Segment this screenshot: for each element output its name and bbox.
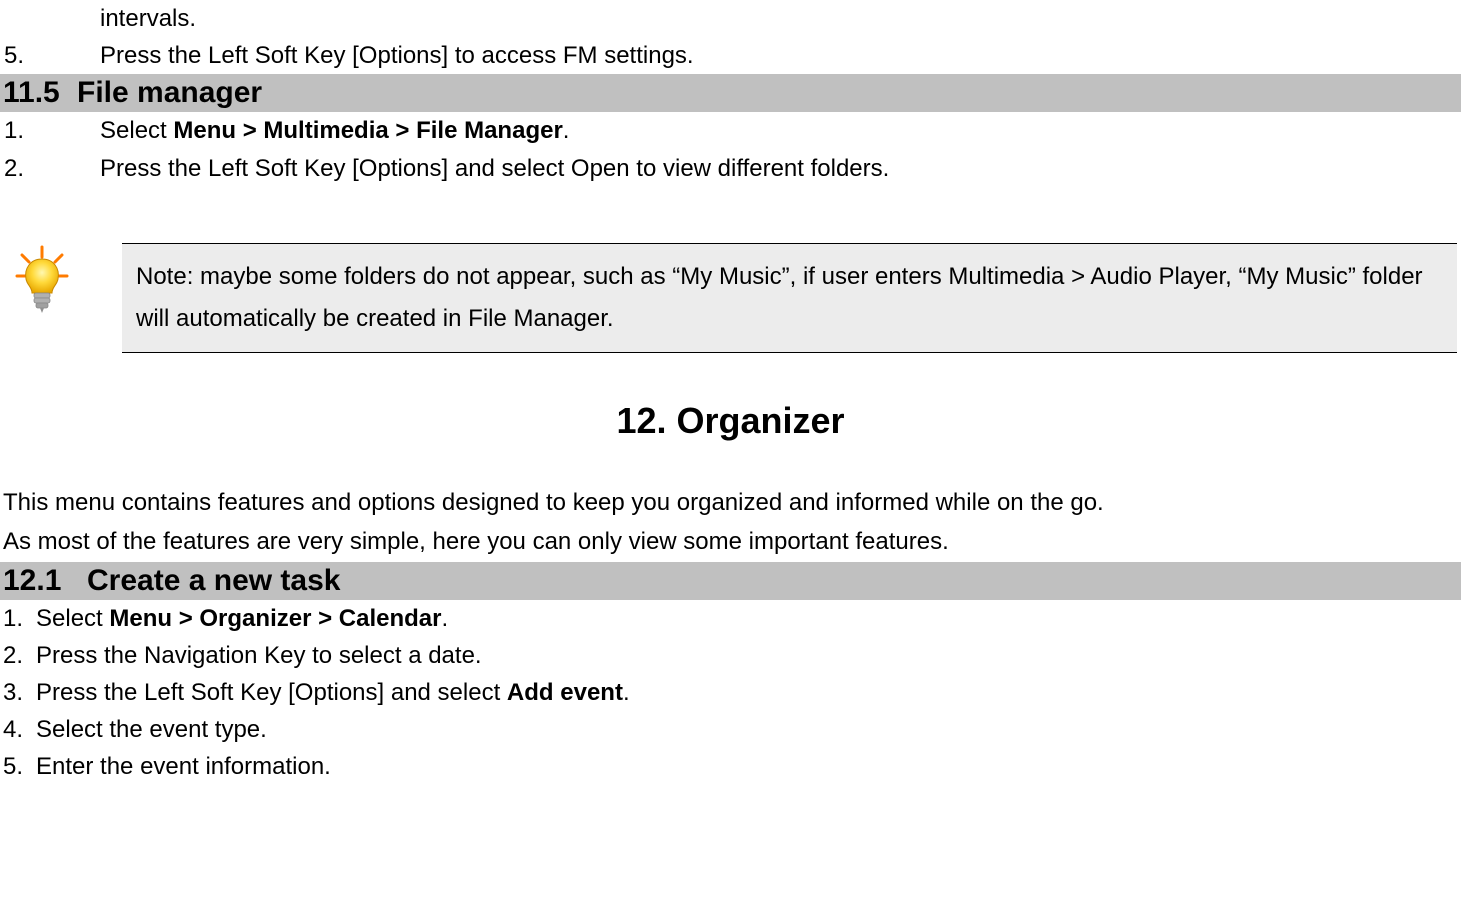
chapter-intro: This menu contains features and options … xyxy=(0,483,1461,523)
section-heading-11-5: 11.5File manager xyxy=(0,74,1461,112)
section-heading-12-1: 12.1Create a new task xyxy=(0,562,1461,600)
list-number: 1. xyxy=(0,112,100,149)
list-item: 5. Press the Left Soft Key [Options] to … xyxy=(0,37,1461,74)
list-text: Select Menu > Organizer > Calendar. xyxy=(36,600,1461,637)
list-text: Select Menu > Multimedia > File Manager. xyxy=(100,112,1461,149)
list-item: 1. Select Menu > Multimedia > File Manag… xyxy=(0,112,1461,149)
list-number: 5. xyxy=(0,748,36,785)
list-text: Press the Left Soft Key [Options] and se… xyxy=(100,150,1461,187)
list-item: 4. Select the event type. xyxy=(0,711,1461,748)
list-text: Select the event type. xyxy=(36,711,1461,748)
list-number: 3. xyxy=(0,674,36,711)
section-number: 11.5 xyxy=(3,75,77,111)
list-number: 2. xyxy=(0,150,100,187)
previous-section-fragment: intervals. xyxy=(0,0,1461,37)
list-text: Press the Left Soft Key [Options] to acc… xyxy=(100,37,1461,74)
list-text: Enter the event information. xyxy=(36,748,1461,785)
fragment-text: intervals. xyxy=(100,5,196,32)
note-box: Note: maybe some folders do not appear, … xyxy=(122,243,1457,353)
list-text: Press the Navigation Key to select a dat… xyxy=(36,637,1461,674)
list-item: 2. Press the Navigation Key to select a … xyxy=(0,637,1461,674)
list-item: 1. Select Menu > Organizer > Calendar. xyxy=(0,600,1461,637)
list-item: 3. Press the Left Soft Key [Options] and… xyxy=(0,674,1461,711)
section-title: File manager xyxy=(77,76,262,109)
list-item: 2. Press the Left Soft Key [Options] and… xyxy=(0,150,1461,187)
chapter-intro: As most of the features are very simple,… xyxy=(0,522,1461,562)
note-text: Note: maybe some folders do not appear, … xyxy=(136,263,1423,332)
list-item: 5. Enter the event information. xyxy=(0,748,1461,785)
note-callout: Note: maybe some folders do not appear, … xyxy=(0,243,1461,353)
section-number: 12.1 xyxy=(3,563,87,599)
section-title: Create a new task xyxy=(87,564,340,597)
list-number: 1. xyxy=(0,600,36,637)
list-number: 2. xyxy=(0,637,36,674)
lightbulb-icon xyxy=(12,243,72,318)
list-number: 4. xyxy=(0,711,36,748)
list-text: Press the Left Soft Key [Options] and se… xyxy=(36,674,1461,711)
list-number: 5. xyxy=(0,37,100,74)
chapter-heading-12: 12. Organizer xyxy=(0,393,1461,449)
